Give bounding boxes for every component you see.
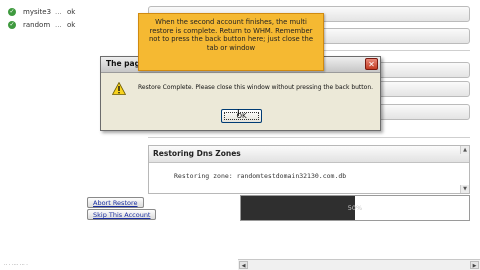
check-circle-icon: ✓: [8, 7, 16, 16]
restore-progress-bar: 50%: [240, 195, 470, 221]
account-dots: ...: [55, 7, 62, 16]
dns-log-line: Restoring zone: randomtestdomain32130.co…: [174, 172, 347, 180]
horizontal-scrollbar[interactable]: ◀ ▶: [238, 259, 480, 270]
skip-account-button[interactable]: Skip This Account: [87, 209, 157, 220]
account-status: ok: [67, 20, 76, 29]
account-row: ✓ random ... ok: [8, 18, 75, 31]
scroll-right-arrow-icon[interactable]: ▶: [470, 261, 479, 269]
dialog-message: Restore Complete. Please close this wind…: [138, 84, 374, 91]
mouse-cursor-icon: I: [237, 109, 240, 119]
dns-panel-title: Restoring Dns Zones: [149, 146, 469, 163]
scroll-down-arrow-icon[interactable]: ▼: [460, 185, 469, 193]
account-name: random: [23, 20, 51, 29]
account-name: mysite3: [23, 7, 52, 16]
account-status-list: ✓ mysite3 ... ok ✓ random ... ok: [8, 5, 75, 31]
scroll-left-arrow-icon[interactable]: ◀: [239, 261, 248, 269]
close-icon[interactable]: ✕: [365, 58, 378, 70]
warning-triangle-icon: [112, 82, 126, 95]
panel-divider: [148, 137, 470, 138]
account-row: ✓ mysite3 ... ok: [8, 5, 75, 18]
status-bar-text: ·· · ···· ··· ·: [4, 262, 28, 268]
ok-focus-ring: [224, 112, 259, 120]
dns-zones-panel: Restoring Dns Zones ▲ ▼ Restoring zone: …: [148, 145, 470, 194]
ok-button[interactable]: OK: [221, 109, 262, 123]
check-circle-icon: ✓: [8, 20, 16, 29]
instruction-callout: When the second account finishes, the mu…: [138, 13, 324, 71]
abort-restore-button[interactable]: Abort Restore: [87, 197, 144, 208]
scroll-up-arrow-icon[interactable]: ▲: [460, 146, 469, 154]
account-dots: ...: [55, 20, 62, 29]
account-status: ok: [67, 7, 76, 16]
progress-label: 50%: [347, 204, 363, 212]
